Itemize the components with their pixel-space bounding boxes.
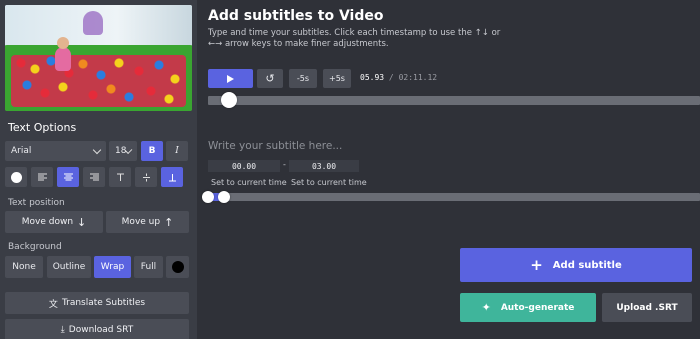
range-end-thumb[interactable] (218, 191, 230, 203)
align-left-icon (37, 173, 47, 181)
octopus-decal (83, 11, 103, 35)
set-start-current-link[interactable]: Set to current time (211, 178, 287, 187)
white-color-icon (10, 171, 22, 183)
video-progress-track[interactable] (208, 96, 700, 105)
bg-full-button[interactable]: Full (134, 256, 163, 278)
valign-bottom-icon (168, 173, 176, 181)
align-left-button[interactable] (31, 167, 53, 187)
align-center-icon (63, 173, 73, 181)
arrow-down-icon: ↓ (77, 215, 87, 229)
replay-icon: ↺ (265, 72, 275, 85)
download-srt-button[interactable]: ⤓ Download SRT (5, 319, 189, 339)
time-readout: 05.93 / 02:11.12 (360, 73, 437, 82)
back-5s-button[interactable]: -5s (289, 69, 317, 88)
time-range-dash: - (283, 160, 286, 169)
text-position-label: Text position (8, 198, 65, 208)
arrow-up-icon: ↑ (164, 215, 174, 229)
translate-icon: 文 (48, 299, 58, 310)
bg-wrap-button[interactable]: Wrap (94, 256, 131, 278)
auto-generate-button[interactable]: ✦ Auto-generate (460, 293, 596, 322)
translate-subtitles-button[interactable]: 文 Translate Subtitles (5, 292, 189, 314)
replay-button[interactable]: ↺ (257, 69, 283, 88)
start-time-field[interactable]: 00.00 (208, 160, 280, 172)
video-child-head (57, 37, 69, 49)
align-right-icon (89, 173, 99, 181)
editor-panel: Add subtitles to Video Type and time you… (197, 0, 700, 339)
range-start-thumb[interactable] (202, 191, 214, 203)
bg-none-button[interactable]: None (5, 256, 43, 278)
move-up-button[interactable]: Move up ↑ (106, 211, 189, 233)
text-options-title: Text Options (8, 121, 77, 134)
play-button[interactable] (208, 69, 253, 88)
video-progress-thumb[interactable] (221, 92, 238, 108)
plus-icon: + (530, 256, 543, 274)
font-select[interactable]: Arial (5, 141, 106, 161)
left-panel: Text Options Arial 18 B I Text position … (0, 0, 197, 339)
video-thumbnail[interactable] (5, 5, 192, 111)
forward-5s-button[interactable]: +5s (323, 69, 351, 88)
time-separator: / (388, 73, 394, 82)
subtitle-range-track[interactable] (208, 193, 700, 201)
valign-top-button[interactable] (109, 167, 131, 187)
italic-button[interactable]: I (166, 141, 188, 161)
download-icon: ⤓ (60, 325, 65, 335)
align-center-button[interactable] (57, 167, 79, 187)
video-balls (11, 55, 186, 107)
color-picker-button[interactable] (5, 167, 27, 187)
move-down-label: Move down (21, 217, 74, 227)
set-end-current-link[interactable]: Set to current time (291, 178, 367, 187)
video-child (55, 47, 71, 71)
translate-label: Translate Subtitles (61, 298, 146, 308)
add-subtitle-button[interactable]: + Add subtitle (460, 248, 692, 282)
valign-top-icon (116, 173, 124, 181)
magic-wand-icon: ✦ (481, 301, 491, 314)
bg-outline-button[interactable]: Outline (47, 256, 91, 278)
play-icon (227, 74, 234, 83)
total-time: 02:11.12 (398, 73, 438, 82)
valign-middle-icon (142, 173, 150, 181)
upload-srt-button[interactable]: Upload .SRT (602, 293, 692, 322)
bold-button[interactable]: B (141, 141, 163, 161)
font-select-value: Arial (11, 146, 32, 156)
move-up-label: Move up (121, 217, 161, 227)
page-title: Add subtitles to Video (208, 8, 384, 24)
bg-color-button[interactable] (166, 256, 189, 278)
align-right-button[interactable] (83, 167, 105, 187)
chevron-down-icon (92, 145, 102, 154)
black-color-icon (171, 261, 184, 273)
move-down-button[interactable]: Move down ↓ (5, 211, 103, 233)
background-label: Background (8, 242, 62, 252)
auto-generate-label: Auto-generate (500, 302, 575, 313)
add-subtitle-label: Add subtitle (552, 259, 622, 271)
current-time: 05.93 (360, 73, 385, 82)
subtitle-input[interactable] (208, 136, 508, 156)
end-time-field[interactable]: 03.00 (289, 160, 359, 172)
size-select[interactable]: 18 (109, 141, 137, 161)
page-description: Type and time your subtitles. Click each… (208, 28, 501, 49)
valign-middle-button[interactable] (135, 167, 157, 187)
valign-bottom-button[interactable] (161, 167, 183, 187)
download-label: Download SRT (68, 325, 134, 335)
